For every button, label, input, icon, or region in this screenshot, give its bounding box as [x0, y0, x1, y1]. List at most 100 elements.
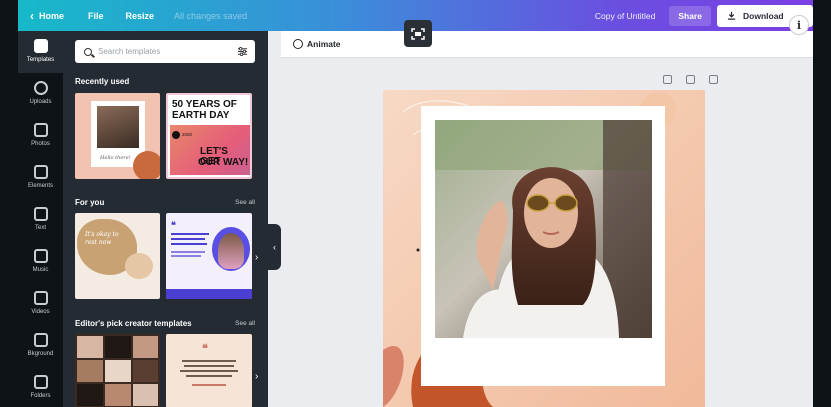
- template-footer: [166, 289, 252, 299]
- text-line: [171, 243, 207, 245]
- elements-icon: [33, 165, 48, 179]
- rail-label: Templates: [26, 57, 55, 63]
- add-note-icon[interactable]: [663, 75, 672, 84]
- file-menu[interactable]: File: [88, 11, 104, 21]
- template-photo: [218, 233, 244, 269]
- filter-icon[interactable]: [237, 46, 248, 57]
- templates-panel: Search templates Recently used Hello the…: [63, 31, 268, 407]
- chevron-right-icon[interactable]: ›: [255, 252, 258, 263]
- decor-blob: [125, 253, 153, 279]
- home-button[interactable]: ‹ Home: [30, 9, 64, 23]
- template-photo: [97, 106, 139, 148]
- template-text: OUR WAY!: [198, 157, 249, 168]
- template-thumbnail[interactable]: [75, 334, 160, 407]
- rail-item-templates[interactable]: Templates: [18, 31, 63, 73]
- template-photo: [105, 360, 131, 382]
- template-thumbnail[interactable]: ❝: [166, 334, 252, 407]
- music-icon: [33, 249, 48, 263]
- canva-editor: ‹ Home File Resize All changes saved Cop…: [18, 0, 813, 407]
- template-photo: [105, 336, 131, 358]
- save-status: All changes saved: [174, 10, 248, 21]
- rail-item-music[interactable]: Music: [18, 241, 63, 283]
- recently-used-title: Recently used: [75, 77, 130, 86]
- rail-label: Photos: [31, 141, 50, 147]
- text-line: [171, 233, 209, 235]
- search-placeholder: Search templates: [98, 47, 161, 56]
- template-text: Hello there!: [100, 155, 131, 161]
- search-icon: [84, 47, 92, 56]
- template-thumbnail[interactable]: 50 YEARS OF EARTH DAY 2020 LET'S GET OUR…: [166, 93, 252, 179]
- see-all-link[interactable]: See all: [235, 199, 255, 206]
- template-photo: [105, 384, 131, 406]
- animate-toolbar: Animate: [281, 31, 813, 58]
- rail-item-uploads[interactable]: Uploads: [18, 73, 63, 115]
- uploads-icon: [33, 81, 48, 95]
- rail-label: Videos: [31, 309, 50, 315]
- template-thumbnail[interactable]: It's okay to rest now: [75, 213, 160, 299]
- template-photo: [77, 384, 103, 406]
- template-text: EARTH DAY: [172, 110, 230, 121]
- rail-item-videos[interactable]: Videos: [18, 283, 63, 325]
- for-you-title: For you: [75, 198, 105, 207]
- add-page-icon[interactable]: [709, 75, 718, 84]
- decor-shape: [133, 151, 160, 179]
- animate-icon: [293, 39, 303, 49]
- template-photo: [77, 360, 103, 382]
- side-rail: Templates Uploads Photos Elements Text M…: [18, 31, 63, 407]
- rail-label: Folders: [30, 393, 51, 399]
- download-icon: [727, 11, 736, 20]
- folders-icon: [33, 375, 48, 389]
- text-line: [180, 370, 238, 372]
- text-line: [184, 365, 234, 367]
- rail-label: Uploads: [29, 99, 52, 105]
- template-text: It's okay to rest now: [85, 231, 119, 246]
- panel-collapse-handle[interactable]: ‹: [268, 224, 281, 270]
- editors-pick-title: Editor's pick creator templates: [75, 319, 192, 328]
- videos-icon: [33, 291, 48, 305]
- background-icon: [33, 333, 48, 347]
- text-line: [192, 384, 226, 386]
- resize-button[interactable]: Resize: [126, 11, 155, 21]
- search-input[interactable]: Search templates: [75, 40, 255, 63]
- decor-dot: [172, 131, 180, 139]
- fullscreen-exit-icon[interactable]: [404, 20, 432, 47]
- template-photo: [133, 360, 158, 382]
- text-line: [171, 238, 205, 240]
- rail-item-photos[interactable]: Photos: [18, 115, 63, 157]
- text-line: [171, 255, 201, 257]
- photos-icon: [33, 123, 48, 137]
- share-button[interactable]: Share: [669, 5, 711, 26]
- template-thumbnail[interactable]: ❝: [166, 213, 252, 299]
- chevron-left-icon: ‹: [30, 8, 34, 23]
- template-thumbnail[interactable]: Hello there!: [75, 93, 160, 179]
- duplicate-page-icon[interactable]: [686, 75, 695, 84]
- rail-item-background[interactable]: Bkground: [18, 325, 63, 367]
- text-icon: [33, 207, 48, 221]
- quote-icon: ❝: [202, 343, 208, 355]
- rail-label: Music: [32, 267, 49, 273]
- text-line: [171, 251, 205, 253]
- rail-item-text[interactable]: Text: [18, 199, 63, 241]
- home-label: Home: [39, 10, 65, 21]
- design-artwork: [383, 90, 705, 407]
- animate-button[interactable]: Animate: [307, 39, 341, 49]
- quote-icon: ❝: [171, 220, 176, 230]
- text-line: [186, 375, 232, 377]
- download-label: Download: [743, 10, 784, 21]
- document-title[interactable]: Copy of Untitled: [595, 11, 655, 21]
- chevron-right-icon[interactable]: ›: [255, 371, 258, 382]
- template-text: 2020: [182, 132, 193, 137]
- rail-item-elements[interactable]: Elements: [18, 157, 63, 199]
- template-text: 50 YEARS OF: [172, 99, 237, 110]
- see-all-link[interactable]: See all: [235, 320, 255, 327]
- rail-label: Bkground: [27, 351, 54, 357]
- templates-icon: [33, 39, 48, 53]
- chevron-left-icon: ‹: [273, 242, 276, 252]
- design-canvas[interactable]: [383, 90, 705, 407]
- rail-label: Text: [34, 225, 46, 231]
- rail-label: Elements: [27, 183, 53, 189]
- info-icon[interactable]: i: [789, 15, 809, 35]
- template-photo: [133, 336, 158, 358]
- template-photo: [133, 384, 158, 406]
- rail-item-folders[interactable]: Folders: [18, 367, 63, 407]
